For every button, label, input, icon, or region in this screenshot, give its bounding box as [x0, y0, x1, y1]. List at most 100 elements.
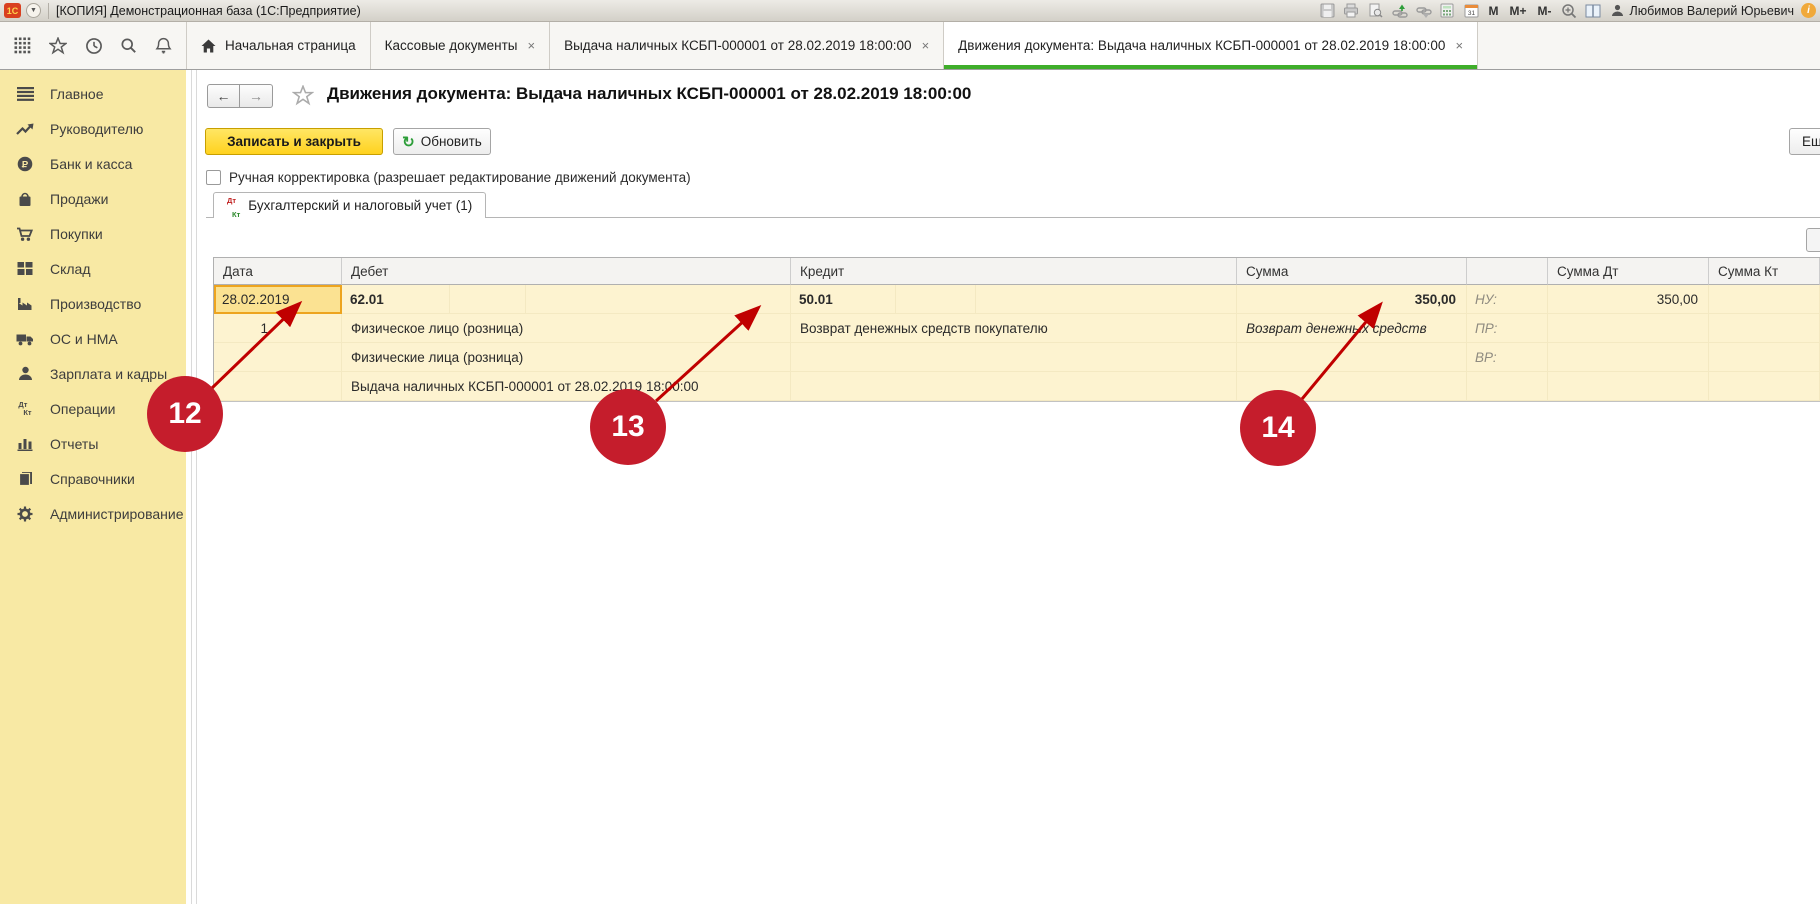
column-header-credit[interactable]: Кредит: [791, 258, 1237, 285]
forward-button[interactable]: →: [240, 84, 273, 108]
cell-empty[interactable]: [1467, 372, 1548, 401]
tab-cash-issue-document[interactable]: Выдача наличных КСБП-000001 от 28.02.201…: [549, 22, 943, 69]
credit-empty-subcell[interactable]: [896, 285, 976, 313]
sidebar-item-references[interactable]: Справочники: [0, 461, 186, 496]
print-icon[interactable]: [1343, 3, 1360, 19]
tab-label: Выдача наличных КСБП-000001 от 28.02.201…: [564, 38, 912, 53]
manual-adjustment-checkbox[interactable]: [206, 170, 221, 185]
cell-debit-account[interactable]: 62.01: [342, 285, 791, 314]
truck-icon: [15, 332, 35, 346]
split-view-icon[interactable]: [1585, 3, 1602, 19]
home-icon: [201, 39, 216, 53]
sidebar-item-label: Зарплата и кадры: [50, 366, 167, 382]
search-icon[interactable]: [120, 37, 137, 54]
sidebar-item-warehouse[interactable]: Склад: [0, 251, 186, 286]
cell-empty[interactable]: [214, 372, 342, 401]
sidebar-item-purchases[interactable]: Покупки: [0, 216, 186, 251]
cell-empty[interactable]: [1709, 372, 1820, 401]
tab-close-icon[interactable]: ×: [1455, 39, 1463, 52]
tab-home[interactable]: Начальная страница: [186, 22, 370, 69]
cell-debit-sub3[interactable]: Выдача наличных КСБП-000001 от 28.02.201…: [342, 372, 791, 401]
more-button[interactable]: Ещё: [1789, 128, 1820, 155]
cell-empty[interactable]: [1548, 314, 1709, 343]
tab-close-icon[interactable]: ×: [527, 39, 535, 52]
cell-empty[interactable]: [214, 343, 342, 372]
column-header-sum-dt[interactable]: Сумма Дт: [1548, 258, 1709, 285]
favorite-star-icon[interactable]: [292, 85, 314, 106]
save-icon[interactable]: [1319, 3, 1336, 19]
memory-m-button[interactable]: M: [1487, 4, 1501, 18]
sidebar-item-administration[interactable]: Администрирование: [0, 496, 186, 531]
sidebar-item-production[interactable]: Производство: [0, 286, 186, 321]
print-preview-icon[interactable]: [1367, 3, 1384, 19]
sidebar-item-manager[interactable]: Руководителю: [0, 111, 186, 146]
annotation-badge-12: 12: [147, 376, 223, 452]
sidebar-item-label: Производство: [50, 296, 141, 312]
sidebar-item-main[interactable]: Главное: [0, 76, 186, 111]
cell-credit-sub1[interactable]: Возврат денежных средств покупателю: [791, 314, 1237, 343]
cell-row-number[interactable]: 1: [214, 314, 342, 343]
tab-accounting-tax[interactable]: ДтКт Бухгалтерский и налоговый учет (1): [213, 192, 486, 218]
sidebar-item-label: Склад: [50, 261, 91, 277]
calculator-icon[interactable]: [1439, 3, 1456, 19]
cell-credit-account[interactable]: 50.01: [791, 285, 1237, 314]
cell-empty[interactable]: [1709, 343, 1820, 372]
favorites-star-icon[interactable]: [49, 37, 67, 55]
zoom-in-icon[interactable]: [1561, 3, 1578, 19]
current-user[interactable]: Любимов Валерий Юрьевич: [1609, 3, 1794, 19]
get-link-icon[interactable]: [1391, 3, 1408, 19]
back-button[interactable]: ←: [207, 84, 240, 108]
sidebar-item-label: Покупки: [50, 226, 103, 242]
cell-empty[interactable]: [791, 343, 1237, 372]
cell-sum-sub1[interactable]: Возврат денежных средств: [1237, 314, 1467, 343]
sidebar-item-fixed-assets[interactable]: ОС и НМА: [0, 321, 186, 356]
memory-m-plus-button[interactable]: M+: [1508, 4, 1529, 18]
cell-debit-sub1[interactable]: Физическое лицо (розница): [342, 314, 791, 343]
cell-sum[interactable]: 350,00: [1237, 285, 1467, 314]
sidebar-splitter[interactable]: [186, 70, 213, 904]
cell-empty[interactable]: [1709, 314, 1820, 343]
cell-debit-sub2[interactable]: Физические лица (розница): [342, 343, 791, 372]
debit-empty-subcell[interactable]: [450, 285, 526, 313]
history-icon[interactable]: [85, 37, 103, 55]
column-header-sum[interactable]: Сумма: [1237, 258, 1467, 285]
cell-tax-pr[interactable]: ПР:: [1467, 314, 1548, 343]
cell-tax-vr[interactable]: ВР:: [1467, 343, 1548, 372]
debit-empty-subcell[interactable]: [526, 285, 790, 313]
refresh-button[interactable]: ↻ Обновить: [393, 128, 491, 155]
sidebar-item-sales[interactable]: Продажи: [0, 181, 186, 216]
column-header-date[interactable]: Дата: [214, 258, 342, 285]
svg-text:Р: Р: [22, 159, 29, 170]
tools-grid-icon[interactable]: [14, 37, 31, 54]
cell-date-selected[interactable]: 28.02.2019: [214, 285, 342, 314]
debit-account-value[interactable]: 62.01: [342, 285, 450, 313]
tab-label: Движения документа: Выдача наличных КСБП…: [958, 38, 1445, 53]
column-header-debit[interactable]: Дебет: [342, 258, 791, 285]
cell-empty[interactable]: [1548, 372, 1709, 401]
sidebar-item-bank-cash[interactable]: Р Банк и касса: [0, 146, 186, 181]
tab-document-movements[interactable]: Движения документа: Выдача наличных КСБП…: [943, 22, 1478, 69]
tab-cash-documents[interactable]: Кассовые документы ×: [370, 22, 549, 69]
main-menu-dropdown-icon[interactable]: ▼: [26, 3, 41, 18]
column-header-tax[interactable]: [1467, 258, 1548, 285]
cell-sum-kt[interactable]: [1709, 285, 1820, 314]
info-icon[interactable]: i: [1801, 3, 1816, 18]
tab-close-icon[interactable]: ×: [922, 39, 930, 52]
cell-sum-dt[interactable]: 350,00: [1548, 285, 1709, 314]
cell-tax-nu[interactable]: НУ:: [1467, 285, 1548, 314]
cell-empty[interactable]: [1548, 343, 1709, 372]
notifications-bell-icon[interactable]: [155, 37, 172, 55]
service-icons: [0, 22, 186, 69]
manual-adjustment-row: Ручная корректировка (разрешает редактир…: [206, 170, 691, 185]
cell-empty[interactable]: [1237, 343, 1467, 372]
svg-text:31: 31: [1467, 10, 1475, 17]
save-and-close-button[interactable]: Записать и закрыть: [205, 128, 383, 155]
calendar-icon[interactable]: 31: [1463, 3, 1480, 19]
table-settings-button[interactable]: [1806, 228, 1820, 252]
cell-empty[interactable]: [791, 372, 1237, 401]
credit-empty-subcell[interactable]: [976, 285, 1236, 313]
credit-account-value[interactable]: 50.01: [791, 285, 896, 313]
memory-m-minus-button[interactable]: M-: [1536, 4, 1554, 18]
column-header-sum-kt[interactable]: Сумма Кт: [1709, 258, 1820, 285]
go-link-icon[interactable]: [1415, 3, 1432, 19]
